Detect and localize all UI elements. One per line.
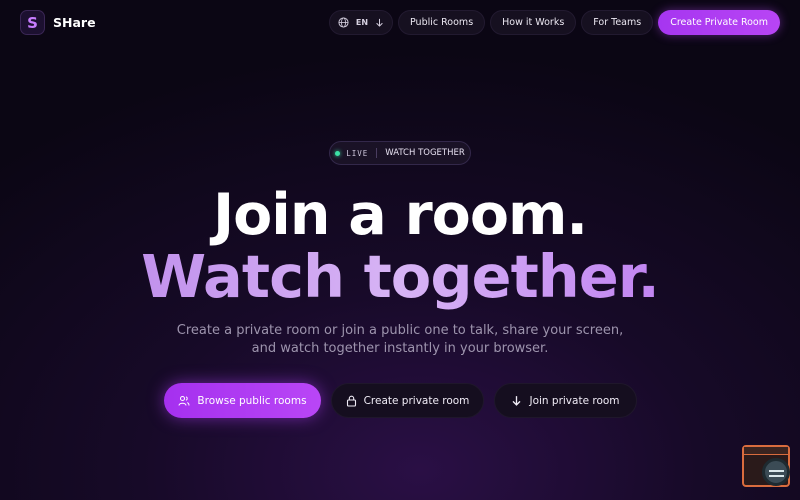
nav-menu: EN Public Rooms How it Works For Teams C… — [329, 10, 780, 35]
live-dot — [335, 150, 341, 156]
language-selector[interactable]: EN — [329, 10, 393, 35]
brand[interactable]: S SHare — [20, 10, 96, 35]
badge-divider — [376, 148, 378, 158]
nav-how-it-works[interactable]: How it Works — [490, 10, 577, 35]
magnifier-icon — [762, 458, 790, 486]
hero-title-line1: Join a room. — [212, 182, 588, 248]
join-private-room-button[interactable]: Join private room — [494, 383, 637, 418]
hero-subtitle-line1: Create a private room or join a public o… — [176, 323, 624, 338]
live-badge: LIVE WATCH TOGETHER — [329, 141, 471, 165]
nav-public-rooms[interactable]: Public Rooms — [398, 10, 486, 35]
create-private-room-action[interactable]: Create private room — [331, 383, 484, 418]
users-icon — [178, 395, 190, 406]
widget-titlebar — [744, 447, 788, 455]
brand-name: SHare — [53, 15, 96, 30]
logo: S — [20, 10, 45, 35]
widget-icon[interactable] — [742, 445, 790, 487]
create-label: Create private room — [363, 394, 470, 407]
language-code: EN — [355, 18, 369, 27]
globe-icon — [338, 17, 349, 28]
browse-label: Browse public rooms — [197, 394, 307, 407]
top-navigation: S SHare EN Public Rooms How it Works For… — [0, 0, 800, 44]
join-label: Join private room — [529, 394, 620, 407]
hero-title-line2: Watch together. — [0, 242, 800, 312]
live-label: LIVE — [346, 148, 369, 158]
badge-text: WATCH TOGETHER — [385, 148, 465, 158]
create-private-room-button[interactable]: Create Private Room — [658, 10, 780, 35]
arrow-down-icon — [376, 18, 383, 27]
lock-icon — [346, 395, 356, 407]
nav-for-teams[interactable]: For Teams — [581, 10, 654, 35]
hero-subtitle-line2: and watch together instantly in your bro… — [251, 341, 549, 356]
arrow-down-icon — [512, 396, 521, 406]
browse-public-rooms-button[interactable]: Browse public rooms — [164, 383, 321, 418]
